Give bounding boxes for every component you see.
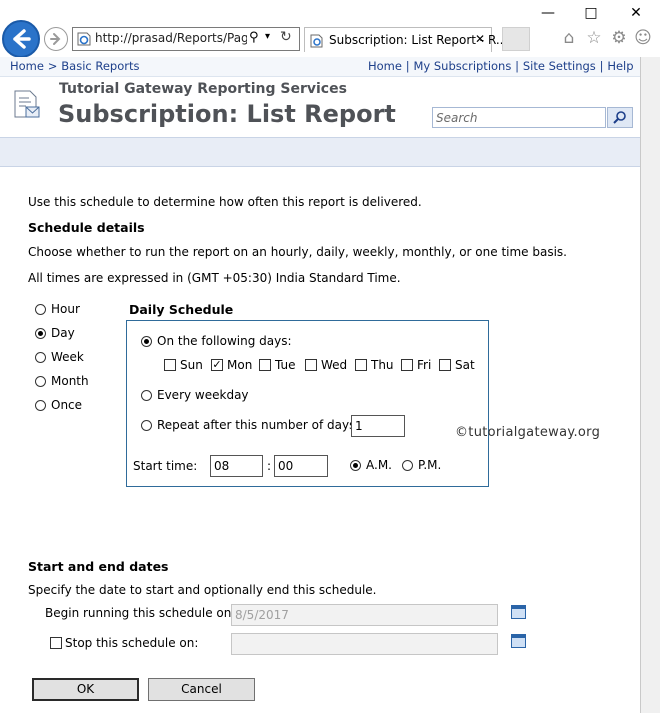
radio-am[interactable] <box>350 460 361 471</box>
repeat-days-input[interactable]: 1 <box>351 415 405 437</box>
search-icon[interactable]: ⚲ <box>249 30 259 45</box>
radio-day-label: Day <box>51 326 75 340</box>
stop-schedule-checkbox[interactable] <box>50 637 62 649</box>
search-input[interactable]: Search <box>432 107 606 128</box>
link-sep: | <box>405 59 410 73</box>
home-icon[interactable]: ⌂ <box>559 28 579 48</box>
cancel-button[interactable]: Cancel <box>148 678 255 701</box>
close-button[interactable]: ✕ <box>622 2 650 24</box>
ie-page-icon <box>77 32 91 46</box>
dates-help: Specify the date to start and optionally… <box>28 583 377 597</box>
radio-week-label: Week <box>51 350 84 364</box>
link-site-settings[interactable]: Site Settings <box>523 59 596 73</box>
checkbox-wed[interactable] <box>305 359 317 371</box>
search-button[interactable] <box>607 107 633 128</box>
link-sep: | <box>599 59 604 73</box>
site-name: Tutorial Gateway Reporting Services <box>59 81 347 97</box>
radio-repeat-days[interactable] <box>141 420 152 431</box>
radio-month[interactable] <box>35 376 46 387</box>
start-hour-input[interactable]: 08 <box>210 455 263 477</box>
report-icon <box>14 90 40 118</box>
time-separator: : <box>267 459 272 473</box>
checkbox-sun[interactable] <box>164 359 176 371</box>
link-sep: | <box>515 59 520 73</box>
refresh-icon[interactable]: ↻ <box>280 29 292 45</box>
day-label-fri: Fri <box>417 358 432 372</box>
daily-schedule-heading: Daily Schedule <box>129 302 234 317</box>
toolbar-band <box>0 137 640 167</box>
radio-pm[interactable] <box>402 460 413 471</box>
schedule-details-heading: Schedule details <box>28 220 145 235</box>
back-arrow-icon <box>13 29 31 49</box>
day-label-sat: Sat <box>455 358 475 372</box>
every-weekday-label: Every weekday <box>157 388 249 402</box>
repeat-days-label: Repeat after this number of days: <box>157 418 360 432</box>
breadcrumb-bar: Home > Basic Reports Home | My Subscript… <box>0 57 660 77</box>
watermark: ©tutorialgateway.org <box>455 425 601 440</box>
top-links: Home | My Subscriptions | Site Settings … <box>368 59 634 73</box>
stop-date-input[interactable] <box>231 633 498 655</box>
begin-label: Begin running this schedule on: <box>45 606 236 620</box>
breadcrumb: Home > Basic Reports <box>10 59 139 73</box>
link-help[interactable]: Help <box>607 59 633 73</box>
schedule-help-text: Choose whether to run the report on an h… <box>28 245 567 259</box>
radio-week[interactable] <box>35 352 46 363</box>
radio-following-days[interactable] <box>141 336 152 347</box>
checkbox-tue[interactable] <box>259 359 271 371</box>
maximize-button[interactable]: □ <box>577 2 605 24</box>
following-days-label: On the following days: <box>157 334 292 348</box>
link-my-subscriptions[interactable]: My Subscriptions <box>414 59 512 73</box>
timezone-text: All times are expressed in (GMT +05:30) … <box>28 271 401 285</box>
radio-hour[interactable] <box>35 304 46 315</box>
checkbox-sat[interactable] <box>439 359 451 371</box>
day-label-tue: Tue <box>275 358 296 372</box>
smiley-icon[interactable]: ☺ <box>633 28 653 48</box>
link-home[interactable]: Home <box>368 59 402 73</box>
calendar-icon[interactable] <box>511 634 526 648</box>
day-label-wed: Wed <box>321 358 348 372</box>
forward-button[interactable] <box>44 27 68 51</box>
breadcrumb-current[interactable]: Basic Reports <box>61 59 139 73</box>
radio-once-label: Once <box>51 398 83 412</box>
radio-once[interactable] <box>35 400 46 411</box>
day-label-thu: Thu <box>371 358 394 372</box>
address-text: http://prasad/Reports/Pages <box>95 31 247 45</box>
back-button[interactable] <box>2 20 40 58</box>
breadcrumb-home[interactable]: Home <box>10 59 44 73</box>
new-tab-button[interactable] <box>502 27 530 51</box>
breadcrumb-sep: > <box>47 59 58 73</box>
stop-label: Stop this schedule on: <box>65 636 199 650</box>
day-label-sun: Sun <box>180 358 203 372</box>
search-icon <box>613 111 626 124</box>
pm-label: P.M. <box>418 458 442 472</box>
star-icon[interactable]: ☆ <box>584 28 604 48</box>
gear-icon[interactable]: ⚙ <box>609 28 629 48</box>
page-title: Subscription: List Report <box>58 100 396 128</box>
scrollbar[interactable] <box>641 57 660 713</box>
begin-date-input[interactable]: 8/5/2017 <box>231 604 498 626</box>
radio-every-weekday[interactable] <box>141 390 152 401</box>
radio-hour-label: Hour <box>51 302 80 316</box>
dates-heading: Start and end dates <box>28 559 169 574</box>
start-time-label: Start time: <box>133 459 198 473</box>
checkbox-thu[interactable] <box>355 359 367 371</box>
am-label: A.M. <box>366 458 392 472</box>
address-bar[interactable]: http://prasad/Reports/Pages ⚲ ▾ ↻ <box>72 27 300 51</box>
checkbox-mon[interactable]: ✓ <box>211 359 223 371</box>
intro-text: Use this schedule to determine how often… <box>28 195 422 209</box>
calendar-icon[interactable] <box>511 605 526 619</box>
day-label-mon: Mon <box>227 358 253 372</box>
ok-button[interactable]: OK <box>32 678 139 701</box>
ie-tab-icon <box>310 34 323 48</box>
start-minute-input[interactable]: 00 <box>274 455 328 477</box>
forward-arrow-icon <box>50 33 61 45</box>
radio-day[interactable] <box>35 328 46 339</box>
tab-close-icon[interactable]: ✕ <box>475 32 485 46</box>
radio-month-label: Month <box>51 374 89 388</box>
checkbox-fri[interactable] <box>401 359 413 371</box>
dropdown-icon[interactable]: ▾ <box>265 31 270 42</box>
minimize-button[interactable]: — <box>534 2 562 24</box>
tab-subscription[interactable]: Subscription: List Report - R... ✕ <box>304 27 507 52</box>
